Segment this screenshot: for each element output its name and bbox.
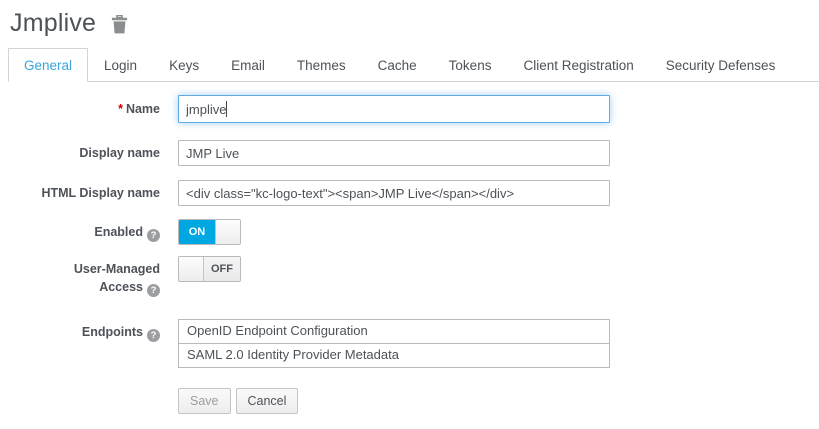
user-managed-access-label: User-Managed Access?	[8, 256, 160, 297]
name-input[interactable]	[178, 95, 610, 123]
general-settings-form: *Name Display name HTML Display name	[8, 82, 819, 414]
toggle-on-label: ON	[179, 220, 215, 244]
cancel-button[interactable]: Cancel	[236, 388, 299, 414]
page-title: Jmplive	[10, 9, 96, 38]
tab-keys[interactable]: Keys	[153, 48, 215, 82]
enabled-toggle[interactable]: ON	[178, 219, 241, 245]
delete-realm-button[interactable]	[111, 15, 128, 34]
realm-settings-page: Jmplive General Login Keys Email Themes …	[0, 0, 819, 414]
tab-themes[interactable]: Themes	[281, 48, 362, 82]
user-managed-access-toggle[interactable]: OFF	[178, 256, 241, 282]
saml-metadata-link[interactable]: SAML 2.0 Identity Provider Metadata	[178, 343, 610, 368]
tab-email[interactable]: Email	[215, 48, 281, 82]
html-display-name-row: HTML Display name	[8, 180, 819, 206]
display-name-label: Display name	[8, 144, 160, 162]
toggle-handle	[215, 220, 240, 244]
user-managed-access-row: User-Managed Access? OFF	[8, 256, 819, 297]
toggle-handle	[179, 257, 204, 281]
form-actions: Save Cancel	[8, 388, 819, 414]
tab-login[interactable]: Login	[88, 48, 153, 82]
trash-icon	[111, 22, 128, 37]
tab-security-defenses[interactable]: Security Defenses	[650, 48, 792, 82]
enabled-row: Enabled? ON	[8, 219, 819, 245]
help-icon[interactable]: ?	[147, 229, 160, 242]
openid-endpoint-link[interactable]: OpenID Endpoint Configuration	[178, 319, 610, 344]
endpoints-row: Endpoints? OpenID Endpoint Configuration…	[8, 319, 819, 368]
display-name-input[interactable]	[178, 140, 610, 166]
tab-general[interactable]: General	[8, 48, 88, 82]
help-icon[interactable]: ?	[147, 329, 160, 342]
save-button[interactable]: Save	[178, 388, 231, 414]
enabled-label: Enabled?	[8, 223, 160, 242]
tab-client-registration[interactable]: Client Registration	[507, 48, 649, 82]
help-icon[interactable]: ?	[147, 284, 160, 297]
required-marker: *	[118, 102, 123, 116]
settings-tabs: General Login Keys Email Themes Cache To…	[8, 48, 819, 82]
endpoints-label: Endpoints?	[8, 319, 160, 368]
page-header: Jmplive	[8, 6, 819, 40]
html-display-name-label: HTML Display name	[8, 184, 160, 202]
html-display-name-input[interactable]	[178, 180, 610, 206]
name-row: *Name	[8, 95, 819, 123]
tab-tokens[interactable]: Tokens	[433, 48, 508, 82]
text-cursor	[226, 101, 227, 117]
display-name-row: Display name	[8, 140, 819, 166]
toggle-off-label: OFF	[204, 257, 240, 281]
name-label: *Name	[8, 100, 160, 118]
tab-cache[interactable]: Cache	[362, 48, 433, 82]
